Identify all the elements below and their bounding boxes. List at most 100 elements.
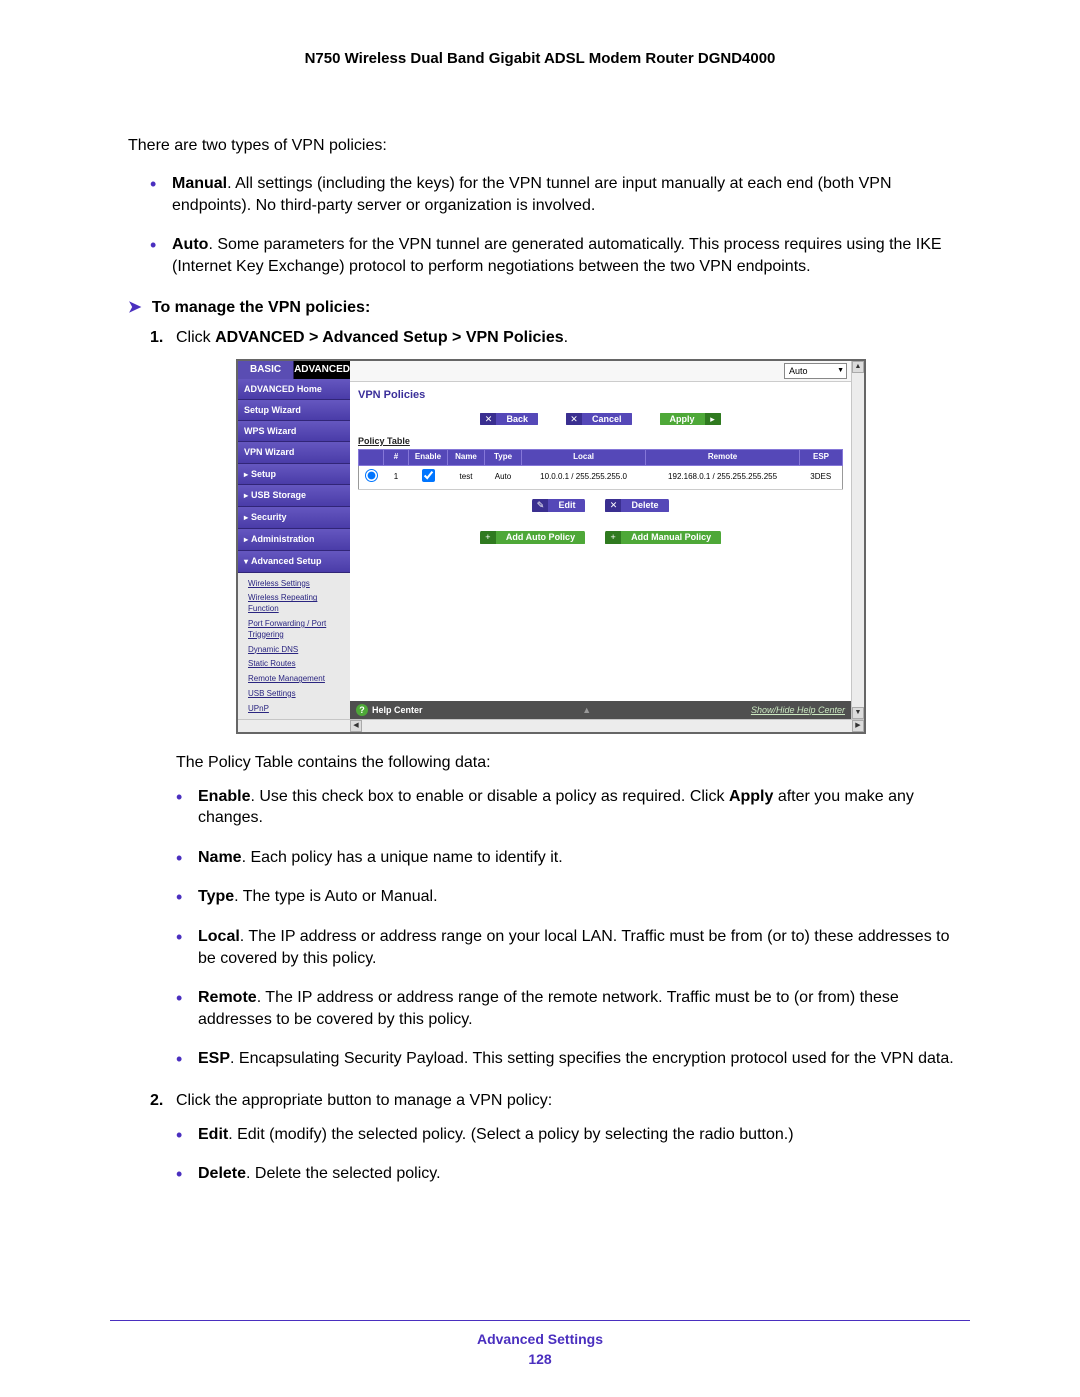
refresh-dropdown[interactable]: Auto ▼	[784, 363, 847, 379]
help-bar: ? Help Center ▲ Show/Hide Help Center	[350, 701, 851, 719]
row-enable-checkbox[interactable]	[422, 469, 435, 482]
bullet-bold: Local	[198, 928, 240, 945]
bullet-text: . Encapsulating Security Payload. This s…	[230, 1050, 954, 1067]
add-manual-policy-button[interactable]: + Add Manual Policy	[605, 530, 721, 546]
sub-port-forwarding[interactable]: Port Forwarding / Port Triggering	[248, 617, 350, 643]
nav-administration[interactable]: Administration	[238, 529, 350, 551]
scroll-up-icon[interactable]: ▲	[852, 361, 864, 373]
edit-button[interactable]: ✎ Edit	[532, 498, 585, 514]
row-local: 10.0.0.1 / 255.255.255.0	[522, 465, 646, 489]
step2-bullet-delete: Delete. Delete the selected policy.	[176, 1163, 970, 1185]
policy-table: # Enable Name Type Local Remote ESP	[358, 449, 843, 490]
step2-bullet-edit: Edit. Edit (modify) the selected policy.…	[176, 1124, 970, 1146]
bullet-text: . The IP address or address range on you…	[198, 928, 949, 967]
row-num: 1	[384, 465, 409, 489]
delete-button[interactable]: ✕ Delete	[605, 498, 668, 514]
scroll-down-icon[interactable]: ▼	[852, 707, 864, 719]
tab-basic[interactable]: BASIC	[238, 361, 294, 379]
cancel-button[interactable]: ✕ Cancel	[566, 411, 632, 427]
sub-remote-management[interactable]: Remote Management	[248, 672, 350, 687]
arrow-right-icon: ▸	[705, 413, 721, 425]
policy-table-label: Policy Table	[350, 435, 851, 449]
content-panel: Auto ▼ VPN Policies ✕ Back ✕	[350, 361, 851, 719]
policy-table-intro: The Policy Table contains the following …	[176, 752, 970, 774]
nav-wps-wizard[interactable]: WPS Wizard	[238, 421, 350, 442]
sub-dynamic-dns[interactable]: Dynamic DNS	[248, 643, 350, 658]
panel-title: VPN Policies	[350, 382, 851, 407]
horizontal-scrollbar[interactable]: ◀ ▶	[238, 719, 864, 732]
policy-bullet-local: Local. The IP address or address range o…	[176, 926, 970, 969]
bullet-bold: Delete	[198, 1165, 246, 1182]
sub-wireless-repeating[interactable]: Wireless Repeating Function	[248, 591, 350, 617]
bullet-text: . All settings (including the keys) for …	[172, 175, 892, 214]
th-esp: ESP	[800, 449, 843, 465]
close-icon: ✕	[480, 413, 496, 425]
table-row: 1 test Auto 10.0.0.1 / 255.255.255.0 192…	[359, 465, 843, 489]
nav-advanced-home[interactable]: ADVANCED Home	[238, 379, 350, 400]
step-1: Click ADVANCED > Advanced Setup > VPN Po…	[150, 327, 970, 1070]
scroll-right-icon[interactable]: ▶	[852, 720, 864, 732]
step-2: Click the appropriate button to manage a…	[150, 1090, 970, 1185]
bullet-bold: Type	[198, 888, 234, 905]
bullet-bold: Auto	[172, 236, 208, 253]
th-radio	[359, 449, 384, 465]
plus-icon: +	[605, 531, 621, 543]
procedure-heading-text: To manage the VPN policies:	[152, 299, 370, 316]
bullet-bold: Enable	[198, 788, 250, 805]
bullet-text: . Use this check box to enable or disabl…	[250, 788, 728, 805]
row-esp: 3DES	[800, 465, 843, 489]
close-icon: ✕	[566, 413, 582, 425]
back-button[interactable]: ✕ Back	[480, 411, 538, 427]
vertical-scrollbar[interactable]: ▲ ▼	[851, 361, 864, 719]
nav-security[interactable]: Security	[238, 507, 350, 529]
chevron-right-icon: ➤	[128, 299, 141, 316]
tab-advanced[interactable]: ADVANCED	[294, 361, 350, 379]
edit-label: Edit	[548, 499, 585, 511]
sub-wireless-settings[interactable]: Wireless Settings	[248, 577, 350, 592]
nav-advanced-setup[interactable]: Advanced Setup	[238, 551, 350, 573]
scroll-left-icon[interactable]: ◀	[350, 720, 362, 732]
router-screenshot: BASIC ADVANCED ADVANCED Home Setup Wizar…	[236, 359, 866, 734]
bullet-bold: Remote	[198, 989, 257, 1006]
row-radio[interactable]	[365, 469, 378, 482]
bullet-text: . The IP address or address range of the…	[198, 989, 899, 1028]
policy-bullet-enable: Enable. Use this check box to enable or …	[176, 786, 970, 829]
sub-upnp[interactable]: UPnP	[248, 702, 350, 717]
delete-label: Delete	[621, 499, 668, 511]
row-name: test	[448, 465, 485, 489]
add-auto-policy-button[interactable]: + Add Auto Policy	[480, 530, 585, 546]
policy-bullet-esp: ESP. Encapsulating Security Payload. Thi…	[176, 1048, 970, 1070]
footer-page-number: 128	[110, 1351, 970, 1367]
bullet-bold2: Apply	[729, 788, 773, 805]
bullet-text: . Some parameters for the VPN tunnel are…	[172, 236, 942, 275]
type-bullet-auto: Auto. Some parameters for the VPN tunnel…	[150, 234, 970, 277]
policy-bullet-type: Type. The type is Auto or Manual.	[176, 886, 970, 908]
document-title: N750 Wireless Dual Band Gigabit ADSL Mod…	[110, 50, 970, 67]
bullet-bold: Manual	[172, 175, 227, 192]
step2-text: Click the appropriate button to manage a…	[176, 1092, 552, 1109]
help-center[interactable]: ? Help Center	[356, 704, 423, 716]
page-footer: Advanced Settings 128	[110, 1320, 970, 1367]
row-remote: 192.168.0.1 / 255.255.255.255	[646, 465, 800, 489]
bullet-bold: ESP	[198, 1050, 230, 1067]
dropdown-value: Auto	[789, 365, 808, 377]
nav-usb-storage[interactable]: USB Storage	[238, 485, 350, 507]
step1-path: ADVANCED > Advanced Setup > VPN Policies	[215, 329, 564, 346]
help-toggle-link[interactable]: Show/Hide Help Center	[751, 704, 845, 716]
nav-vpn-wizard[interactable]: VPN Wizard	[238, 442, 350, 463]
th-name: Name	[448, 449, 485, 465]
sub-usb-settings[interactable]: USB Settings	[248, 687, 350, 702]
procedure-heading: ➤ To manage the VPN policies:	[128, 297, 970, 317]
bullet-text: . The type is Auto or Manual.	[234, 888, 437, 905]
row-type: Auto	[485, 465, 522, 489]
nav-setup[interactable]: Setup	[238, 464, 350, 486]
apply-button[interactable]: Apply ▸	[660, 411, 721, 427]
close-icon: ✕	[605, 499, 621, 511]
sidebar-sublist: Wireless Settings Wireless Repeating Fun…	[238, 573, 350, 719]
help-center-label: Help Center	[372, 704, 423, 716]
chevron-up-icon[interactable]: ▲	[582, 704, 591, 716]
sub-static-routes[interactable]: Static Routes	[248, 657, 350, 672]
cancel-label: Cancel	[582, 413, 632, 425]
nav-setup-wizard[interactable]: Setup Wizard	[238, 400, 350, 421]
bullet-bold: Name	[198, 849, 242, 866]
